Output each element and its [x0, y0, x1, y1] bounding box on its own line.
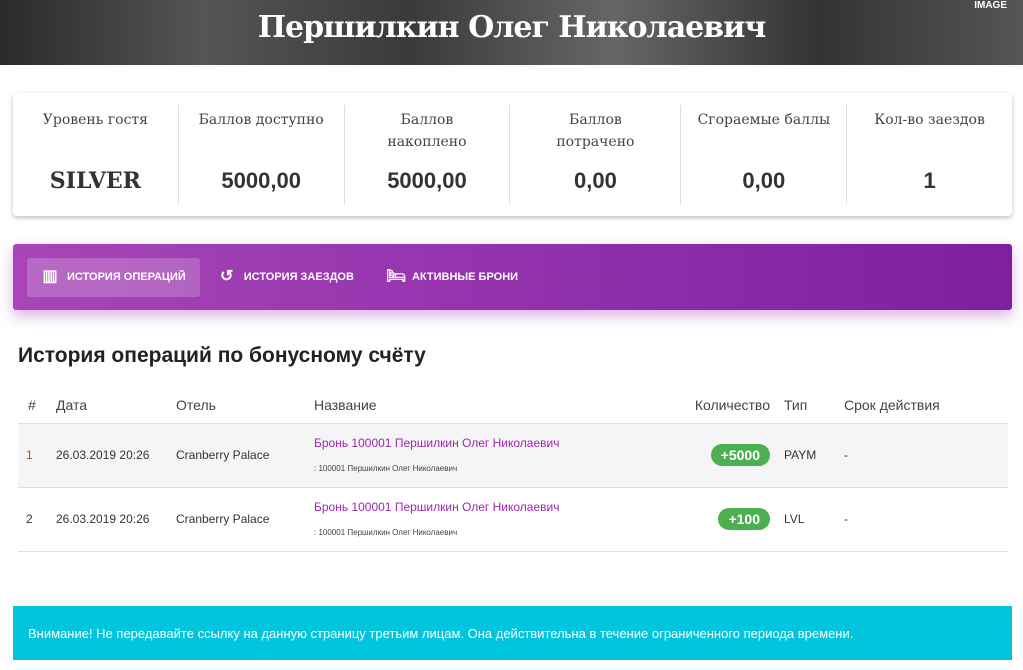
stat-available: Баллов доступно 5000,00	[179, 105, 345, 204]
col-hotel: Отель	[176, 388, 314, 424]
tab-label: АКТИВНЫЕ БРОНИ	[411, 271, 519, 283]
row-type: PAYM	[784, 423, 844, 488]
tab-stays-history[interactable]: ↺ ИСТОРИЯ ЗАЕЗДОВ	[204, 258, 368, 297]
row-number: 1	[18, 423, 38, 488]
stat-label: Баллов доступно	[198, 112, 324, 128]
booking-subtitle: : 100001 Першилкин Олег Николаевич	[314, 528, 458, 537]
row-name: Бронь 100001 Першилкин Олег Николаевич : …	[314, 423, 654, 488]
history-icon: ↺	[220, 268, 234, 285]
tab-label: ИСТОРИЯ ОПЕРАЦИЙ	[67, 271, 186, 283]
stat-value: 0,00	[742, 168, 786, 193]
operations-table: # Дата Отель Название Количество Тип Сро…	[18, 388, 1008, 552]
tab-bar: ▥ ИСТОРИЯ ОПЕРАЦИЙ ↺ ИСТОРИЯ ЗАЕЗДОВ 🛏 АКТИ…	[13, 244, 1012, 310]
image-label: IMAGE	[974, 0, 1007, 11]
table-row: 2 26.03.2019 20:26 Cranberry Palace Брон…	[18, 487, 1008, 552]
col-type: Тип	[784, 388, 844, 424]
row-hotel: Cranberry Palace	[176, 487, 314, 552]
stat-label: Баллов потрачено	[556, 112, 635, 150]
stat-label: Баллов накоплено	[387, 112, 467, 150]
warning-notice: Внимание! Не передавайте ссылку на данну…	[13, 606, 1012, 660]
row-expiry: -	[844, 487, 1008, 552]
booking-link[interactable]: Бронь 100001 Першилкин Олег Николаевич	[314, 436, 654, 450]
row-type: LVL	[784, 487, 844, 552]
stat-expiring: Сгораемые баллы 0,00	[681, 105, 848, 204]
row-name: Бронь 100001 Першилкин Олег Николаевич : …	[314, 487, 654, 552]
bed-icon: 🛏	[385, 268, 407, 285]
row-hotel: Cranberry Palace	[176, 423, 314, 488]
stat-label: Уровень гостя	[42, 112, 149, 128]
tab-operations-history[interactable]: ▥ ИСТОРИЯ ОПЕРАЦИЙ	[27, 257, 200, 297]
quantity-badge: +100	[718, 508, 770, 530]
row-date: 26.03.2019 20:26	[38, 487, 176, 552]
stat-label: Сгораемые баллы	[697, 112, 831, 128]
stat-value: 0,00	[573, 168, 617, 193]
col-name: Название	[314, 388, 654, 424]
row-number: 2	[18, 487, 38, 552]
tab-active-bookings[interactable]: 🛏 АКТИВНЫЕ БРОНИ	[372, 258, 532, 297]
bar-chart-icon: ▥	[42, 268, 58, 285]
stat-value: 5000,00	[387, 168, 467, 193]
guest-name-title: Першилкин Олег Николаевич	[257, 10, 767, 45]
col-quantity: Количество	[654, 388, 784, 424]
stat-value: 5000,00	[221, 168, 301, 193]
row-date: 26.03.2019 20:26	[38, 423, 176, 488]
row-expiry: -	[844, 423, 1008, 488]
section-title: История операций по бонусному счёту	[18, 344, 426, 367]
col-expiry: Срок действия	[844, 388, 1008, 424]
stat-accumulated: Баллов накоплено 5000,00	[345, 105, 511, 204]
stats-card: Уровень гостя SILVER Баллов доступно 5000,…	[13, 93, 1012, 216]
stat-stays: Кол-во заездов 1	[847, 105, 1012, 204]
stat-label: Кол-во заездов	[874, 112, 985, 128]
stat-value: SILVER	[49, 168, 141, 194]
stat-value: 1	[923, 168, 936, 193]
quantity-badge: +5000	[710, 444, 770, 466]
tab-label: ИСТОРИЯ ЗАЕЗДОВ	[243, 271, 354, 283]
table-row: 1 26.03.2019 20:26 Cranberry Palace Брон…	[18, 423, 1008, 488]
stat-level: Уровень гостя SILVER	[13, 105, 179, 204]
booking-subtitle: : 100001 Першилкин Олег Николаевич	[314, 464, 458, 473]
col-date: Дата	[38, 388, 176, 424]
header-banner: Першилкин Олег Николаевич IMAGE	[0, 0, 1023, 65]
booking-link[interactable]: Бронь 100001 Першилкин Олег Николаевич	[314, 500, 654, 514]
stat-spent: Баллов потрачено 0,00	[510, 105, 682, 204]
col-number: #	[18, 388, 38, 424]
